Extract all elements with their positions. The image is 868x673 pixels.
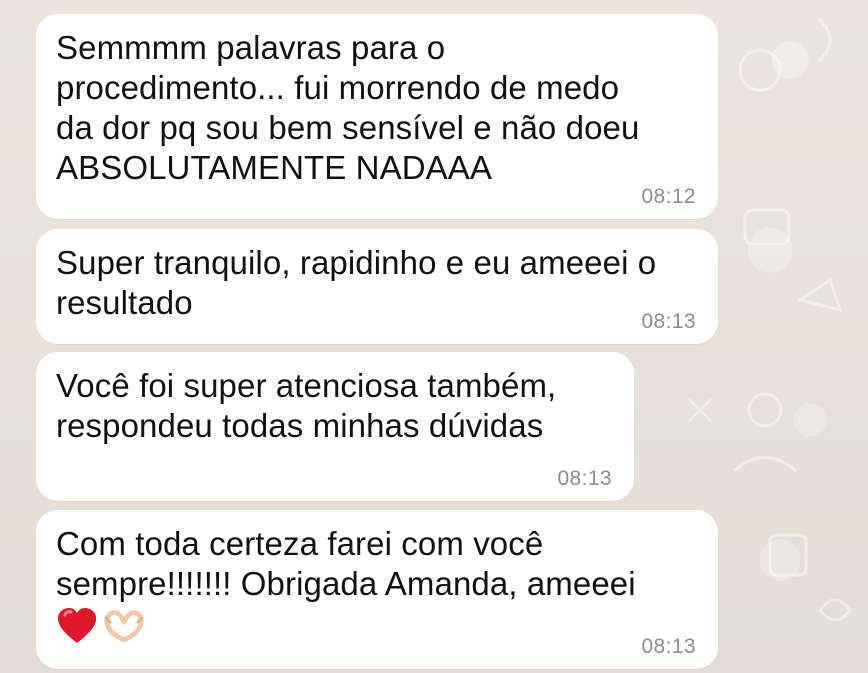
message-timestamp: 08:13 — [557, 467, 612, 490]
message-timestamp: 08:13 — [641, 310, 696, 333]
red-heart-icon — [57, 608, 97, 643]
message-text: Super tranquilo, rapidinho e eu ameeei o… — [56, 244, 657, 321]
message-bubble-2[interactable]: Super tranquilo, rapidinho e eu ameeei o… — [36, 229, 718, 344]
message-text: Com toda certeza farei com você sempre!!… — [56, 525, 636, 602]
heart-hands-icon — [104, 610, 144, 643]
emoji-row — [56, 606, 146, 646]
message-timestamp: 08:12 — [641, 185, 696, 208]
message-text: Você foi super atenciosa também, respond… — [56, 367, 557, 444]
message-bubble-4[interactable]: Com toda certeza farei com você sempre!!… — [36, 510, 718, 669]
message-timestamp: 08:13 — [641, 635, 696, 658]
message-text: Semmmm palavras para o procedimento... f… — [56, 29, 640, 186]
message-bubble-3[interactable]: Você foi super atenciosa também, respond… — [36, 352, 634, 501]
message-bubble-1[interactable]: Semmmm palavras para o procedimento... f… — [36, 14, 718, 219]
